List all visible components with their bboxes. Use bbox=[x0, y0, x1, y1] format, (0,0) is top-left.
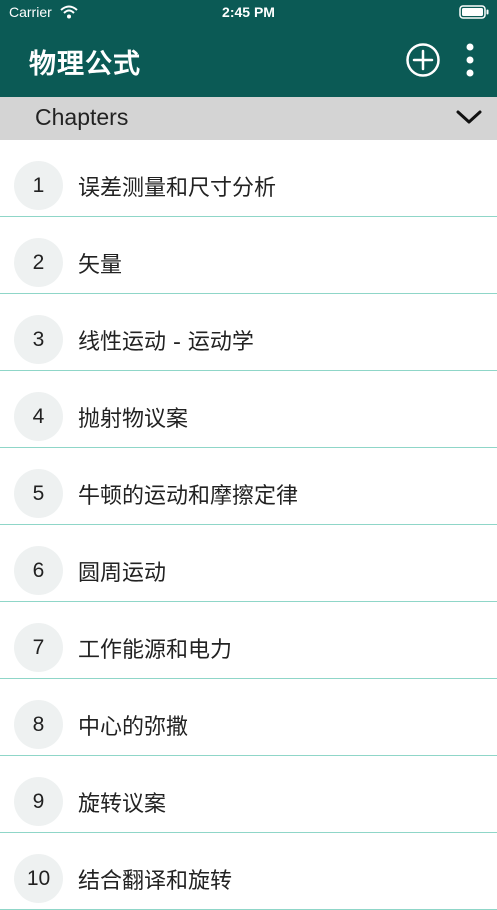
chevron-down-icon bbox=[455, 106, 483, 132]
chapter-number: 3 bbox=[14, 315, 63, 364]
battery-icon bbox=[459, 4, 489, 23]
chapter-title: 圆周运动 bbox=[78, 561, 167, 586]
chapter-row[interactable]: 5 牛顿的运动和摩擦定律 bbox=[0, 448, 497, 525]
chapter-number: 8 bbox=[14, 700, 63, 749]
chapters-label: Chapters bbox=[35, 104, 129, 130]
chapter-row[interactable]: 3 线性运动 - 运动学 bbox=[0, 294, 497, 371]
chapter-title: 线性运动 - 运动学 bbox=[78, 330, 254, 355]
chapter-row[interactable]: 10 结合翻译和旋转 bbox=[0, 833, 497, 910]
chapter-number: 9 bbox=[14, 777, 63, 826]
chapter-row[interactable]: 9 旋转议案 bbox=[0, 756, 497, 833]
chapter-number: 5 bbox=[14, 469, 63, 518]
status-time: 2:45 PM bbox=[222, 4, 275, 20]
chapter-title: 旋转议案 bbox=[78, 792, 167, 817]
chapter-row[interactable]: 1 误差测量和尺寸分析 bbox=[0, 140, 497, 217]
chapter-row[interactable]: 8 中心的弥撒 bbox=[0, 679, 497, 756]
app-title: 物理公式 bbox=[29, 49, 141, 80]
add-button[interactable] bbox=[405, 42, 441, 78]
chapter-title: 牛顿的运动和摩擦定律 bbox=[78, 484, 299, 509]
chapter-title: 工作能源和电力 bbox=[78, 638, 233, 663]
chapter-row[interactable]: 6 圆周运动 bbox=[0, 525, 497, 602]
chapter-title: 中心的弥撒 bbox=[78, 715, 189, 740]
chapter-title: 结合翻译和旋转 bbox=[78, 869, 233, 894]
chapter-list: 1 误差测量和尺寸分析 2 矢量 3 线性运动 - 运动学 4 抛射物议案 5 … bbox=[0, 140, 497, 910]
chapter-row[interactable]: 4 抛射物议案 bbox=[0, 371, 497, 448]
chapter-number: 4 bbox=[14, 392, 63, 441]
status-bar: Carrier 2:45 PM bbox=[0, 0, 497, 24]
plus-circle-icon bbox=[406, 43, 440, 77]
chapter-row[interactable]: 2 矢量 bbox=[0, 217, 497, 294]
chapter-number: 1 bbox=[14, 161, 63, 210]
chapters-dropdown[interactable]: Chapters bbox=[0, 97, 497, 140]
more-vertical-icon bbox=[466, 43, 474, 77]
chapter-row[interactable]: 7 工作能源和电力 bbox=[0, 602, 497, 679]
chapter-title: 误差测量和尺寸分析 bbox=[78, 176, 277, 201]
more-options-button[interactable] bbox=[458, 42, 482, 78]
app-bar: 物理公式 bbox=[0, 24, 497, 97]
chapter-title: 抛射物议案 bbox=[78, 407, 189, 432]
chapter-number: 2 bbox=[14, 238, 63, 287]
chapter-title: 矢量 bbox=[78, 253, 123, 278]
chapter-number: 10 bbox=[14, 854, 63, 903]
chapter-number: 7 bbox=[14, 623, 63, 672]
chapter-number: 6 bbox=[14, 546, 63, 595]
